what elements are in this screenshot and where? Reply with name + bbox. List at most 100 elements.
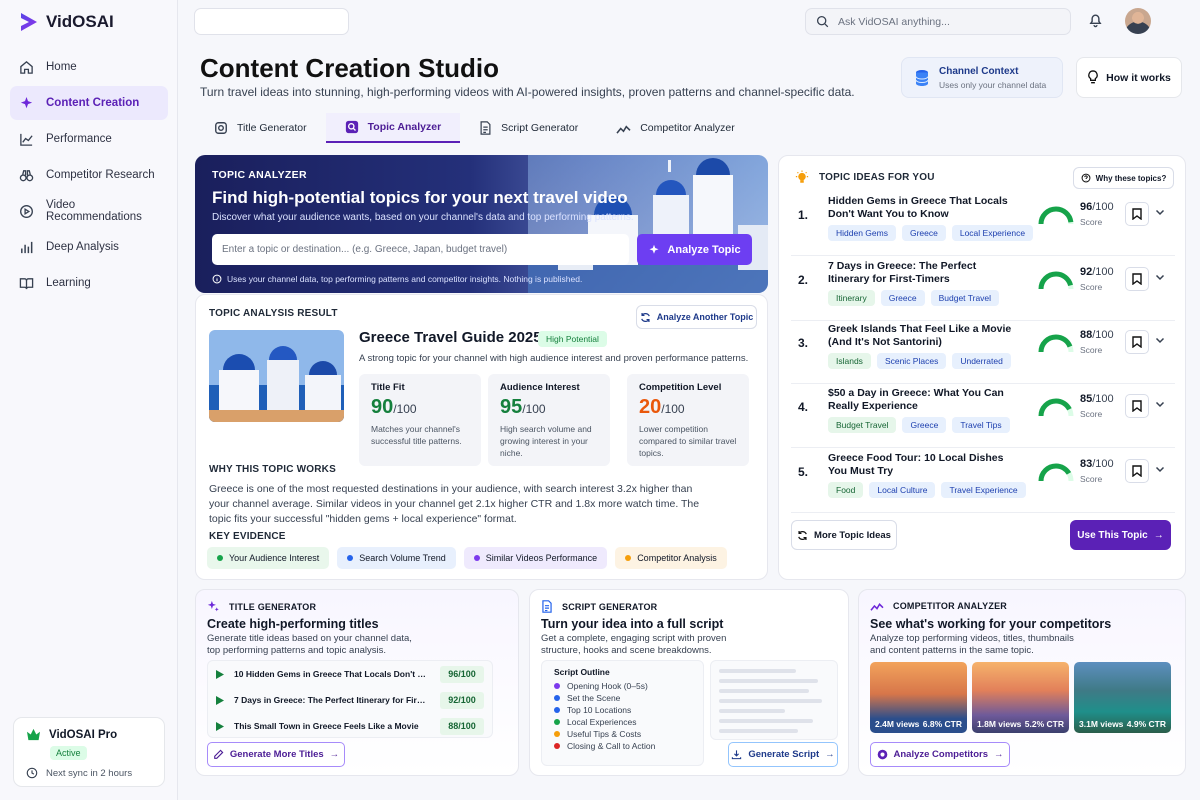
bookmark-button[interactable] [1125,330,1149,354]
tab-script-generator[interactable]: Script Generator [460,113,597,143]
workspace-selector[interactable] [194,8,349,35]
sidebar-item-content-creation[interactable]: Content Creation [10,86,168,120]
bookmark-icon [1132,208,1142,220]
tab-label: Topic Analyzer [367,121,442,133]
idea-number: 1. [798,208,809,222]
chevron-down-icon[interactable] [1155,207,1165,217]
topic-idea-row[interactable]: 3. Greek Islands That Feel Like a Movie (… [791,321,1175,384]
sidebar-item-label: Learning [46,277,91,289]
sidebar-item-deep-analysis[interactable]: Deep Analysis [10,230,168,264]
use-this-topic-button[interactable]: Use This Topic → [1070,520,1171,550]
user-avatar[interactable] [1125,8,1151,34]
card-subtitle: Analyze top performing videos, titles, t… [870,633,1074,656]
evidence-chip-similar[interactable]: Similar Videos Performance [463,547,608,569]
chevron-down-icon[interactable] [1155,464,1165,474]
topic-description: A strong topic for your channel with hig… [359,353,749,364]
sparkle-icon [649,244,659,254]
topic-tag: Greece [902,417,947,433]
generate-more-titles-button[interactable]: Generate More Titles → [207,742,345,767]
bookmark-button[interactable] [1125,394,1149,418]
ideas-label: TOPIC IDEAS FOR YOU [819,172,935,183]
status-badge: Active [50,746,87,760]
dot-icon [554,707,560,713]
topic-analyzer-hero: TOPIC ANALYZER Find high-potential topic… [195,155,768,293]
generate-script-button[interactable]: Generate Script → [728,742,838,767]
search-input[interactable]: Ask VidOSAI anything... [838,16,950,28]
tab-topic-analyzer[interactable]: Topic Analyzer [325,113,461,143]
analyze-another-label: Analyze Another Topic [656,312,754,322]
title-row-text: This Small Town in Greece Feels Like a M… [234,721,419,731]
arrow-right-icon: → [1153,529,1164,541]
chip-label: Search Volume Trend [359,553,446,563]
topic-input[interactable]: Enter a topic or destination... (e.g. Gr… [212,234,629,265]
pro-plan-card[interactable]: VidOSAI Pro Active Next sync in 2 hours [13,717,165,787]
tab-competitor-analyzer[interactable]: Competitor Analyzer [597,113,754,143]
idea-tags: Budget Travel Greece Travel Tips [828,417,1010,433]
metric-title: Audience Interest [500,382,580,393]
channel-context-sub: Uses only your channel data [939,79,1047,90]
sidebar-item-home[interactable]: Home [10,50,168,84]
how-it-works-button[interactable]: How it works [1076,57,1182,98]
crown-icon [27,728,40,741]
idea-title: Greece Food Tour: 10 Local Dishes You Mu… [828,452,1004,477]
idea-number: 5. [798,465,809,479]
sparkle-icon [20,96,33,108]
bell-icon[interactable] [1088,12,1103,28]
play-icon [216,669,224,679]
chevron-down-icon[interactable] [1155,272,1165,282]
title-row[interactable]: 10 Hidden Gems in Greece That Locals Don… [208,661,492,687]
sync-status: Next sync in 2 hours [46,767,133,779]
how-it-works-label: How it works [1106,71,1171,84]
topic-idea-row[interactable]: 4. $50 a Day in Greece: What You Can Real… [791,385,1175,448]
trend-line-icon [870,603,884,611]
topic-idea-row[interactable]: 1. Hidden Gems in Greece That Locals Don'… [791,193,1175,256]
sidebar-item-learning[interactable]: Learning [10,266,168,300]
sidebar-item-label: Performance [46,133,112,145]
tab-title-generator[interactable]: Title Generator [195,113,326,143]
refresh-icon [640,312,650,322]
edit-icon [214,749,224,759]
bookmark-button[interactable] [1125,459,1149,483]
competitor-thumbnail[interactable]: 1.8M views 5.2% CTR [972,662,1069,733]
evidence-chip-audience[interactable]: Your Audience Interest [207,547,330,569]
why-these-topics-button[interactable]: Why these topics? [1073,167,1174,189]
channel-context-card[interactable]: Channel Context Uses only your channel d… [901,57,1063,98]
topic-tag: Local Experience [951,225,1034,241]
more-topic-ideas-button[interactable]: More Topic Ideas [791,520,897,550]
sidebar-item-performance[interactable]: Performance [10,122,168,156]
channel-context-title: Channel Context [939,65,1019,77]
bookmark-button[interactable] [1125,202,1149,226]
competitor-thumbnail[interactable]: 3.1M views 4.9% CTR [1074,662,1171,733]
sparkles-icon [207,600,219,612]
evidence-chip-competitor[interactable]: Competitor Analysis [615,547,727,569]
hero-kicker: TOPIC ANALYZER [212,169,307,181]
title-row[interactable]: This Small Town in Greece Feels Like a M… [208,713,492,739]
page-subtitle: Turn travel ideas into stunning, high-pe… [200,85,855,99]
sidebar-item-video-recommendations[interactable]: Video Recommendations [10,194,168,228]
analyze-another-button[interactable]: Analyze Another Topic [636,305,757,329]
analyze-topic-button[interactable]: Analyze Topic [637,234,752,265]
chevron-down-icon[interactable] [1155,335,1165,345]
idea-number: 3. [798,336,809,350]
topic-idea-row[interactable]: 5. Greece Food Tour: 10 Local Dishes You … [791,450,1175,513]
evidence-chip-search[interactable]: Search Volume Trend [337,547,456,569]
hero-subtitle: Discover what your audience wants, based… [212,212,634,223]
outline-item: Opening Hook (0–5s) [554,680,691,692]
play-circle-icon [20,204,33,218]
topic-idea-row[interactable]: 2. 7 Days in Greece: The Perfect Itinerar… [791,258,1175,321]
competitor-thumbnail[interactable]: 2.4M views 6.8% CTR [870,662,967,733]
title-row[interactable]: 7 Days in Greece: The Perfect Itinerary … [208,687,492,713]
thumb-views: 3.1M views [1079,719,1124,729]
script-preview [710,660,838,740]
sidebar-item-competitor-research[interactable]: Competitor Research [10,158,168,192]
thumb-ctr: 6.8% CTR [922,719,962,729]
chevron-down-icon[interactable] [1155,399,1165,409]
search-bar[interactable]: Ask VidOSAI anything... [805,8,1071,35]
idea-score: 96/100 [1080,201,1114,213]
dot-icon [217,555,223,561]
competitor-thumbnails: 2.4M views 6.8% CTR 1.8M views 5.2% CTR 3.… [870,662,1171,733]
bookmark-button[interactable] [1125,267,1149,291]
app-logo[interactable]: VidOSAI [18,12,114,32]
outline-item: Top 10 Locations [554,704,691,716]
analyze-competitors-button[interactable]: Analyze Competitors → [870,742,1010,767]
